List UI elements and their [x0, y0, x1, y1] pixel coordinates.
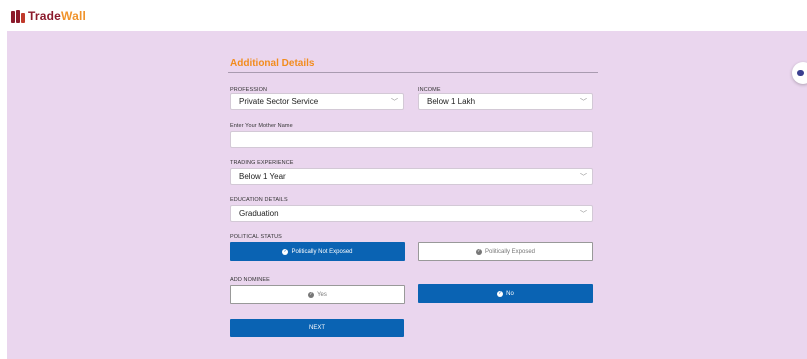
title-divider [228, 72, 598, 73]
nominee-no-button[interactable]: ✓ No [418, 284, 593, 303]
check-circle-icon: ✓ [497, 290, 504, 297]
brand-name: TradeWall [28, 9, 87, 23]
education-value: Graduation [239, 209, 279, 218]
mother-name-input[interactable] [230, 131, 593, 148]
profession-select[interactable]: Private Sector Service ﹀ [230, 93, 404, 110]
trading-experience-value: Below 1 Year [239, 172, 286, 181]
trading-experience-select[interactable]: Below 1 Year ﹀ [230, 168, 593, 185]
floating-chat-button[interactable] [792, 62, 807, 84]
trading-experience-label: TRADING EXPERIENCE [230, 160, 294, 166]
income-select[interactable]: Below 1 Lakh ﹀ [418, 93, 593, 110]
chevron-down-icon: ﹀ [580, 174, 587, 181]
education-label: EDUCATION DETAILS [230, 197, 288, 203]
check-circle-icon: ✓ [282, 248, 289, 255]
education-select[interactable]: Graduation ﹀ [230, 205, 593, 222]
politically-exposed-button[interactable]: ✓ Politically Exposed [418, 242, 593, 261]
form-background [7, 31, 807, 359]
mother-name-label: Enter Your Mother Name [230, 123, 293, 129]
profession-value: Private Sector Service [239, 97, 319, 106]
chat-icon [797, 70, 804, 76]
politically-not-exposed-label: Politically Not Exposed [291, 248, 353, 255]
top-bar: TradeWall [0, 0, 807, 30]
section-title: Additional Details [230, 58, 315, 69]
chevron-down-icon: ﹀ [580, 99, 587, 106]
politically-not-exposed-button[interactable]: ✓ Politically Not Exposed [230, 242, 405, 261]
next-button[interactable]: NEXT [230, 319, 404, 337]
check-circle-icon: ✓ [475, 248, 482, 255]
political-status-label: POLITICAL STATUS [230, 234, 282, 240]
chevron-down-icon: ﹀ [580, 211, 587, 218]
nominee-yes-label: Yes [317, 291, 327, 298]
nominee-yes-button[interactable]: ✓ Yes [230, 285, 405, 304]
logo-mark-icon [11, 9, 25, 23]
politically-exposed-label: Politically Exposed [484, 248, 536, 255]
check-circle-icon: ✓ [308, 291, 315, 298]
add-nominee-label: ADD NOMINEE [230, 277, 270, 283]
income-value: Below 1 Lakh [427, 97, 476, 106]
brand-logo[interactable]: TradeWall [11, 9, 86, 23]
chevron-down-icon: ﹀ [391, 99, 398, 106]
nominee-no-label: No [506, 290, 514, 297]
